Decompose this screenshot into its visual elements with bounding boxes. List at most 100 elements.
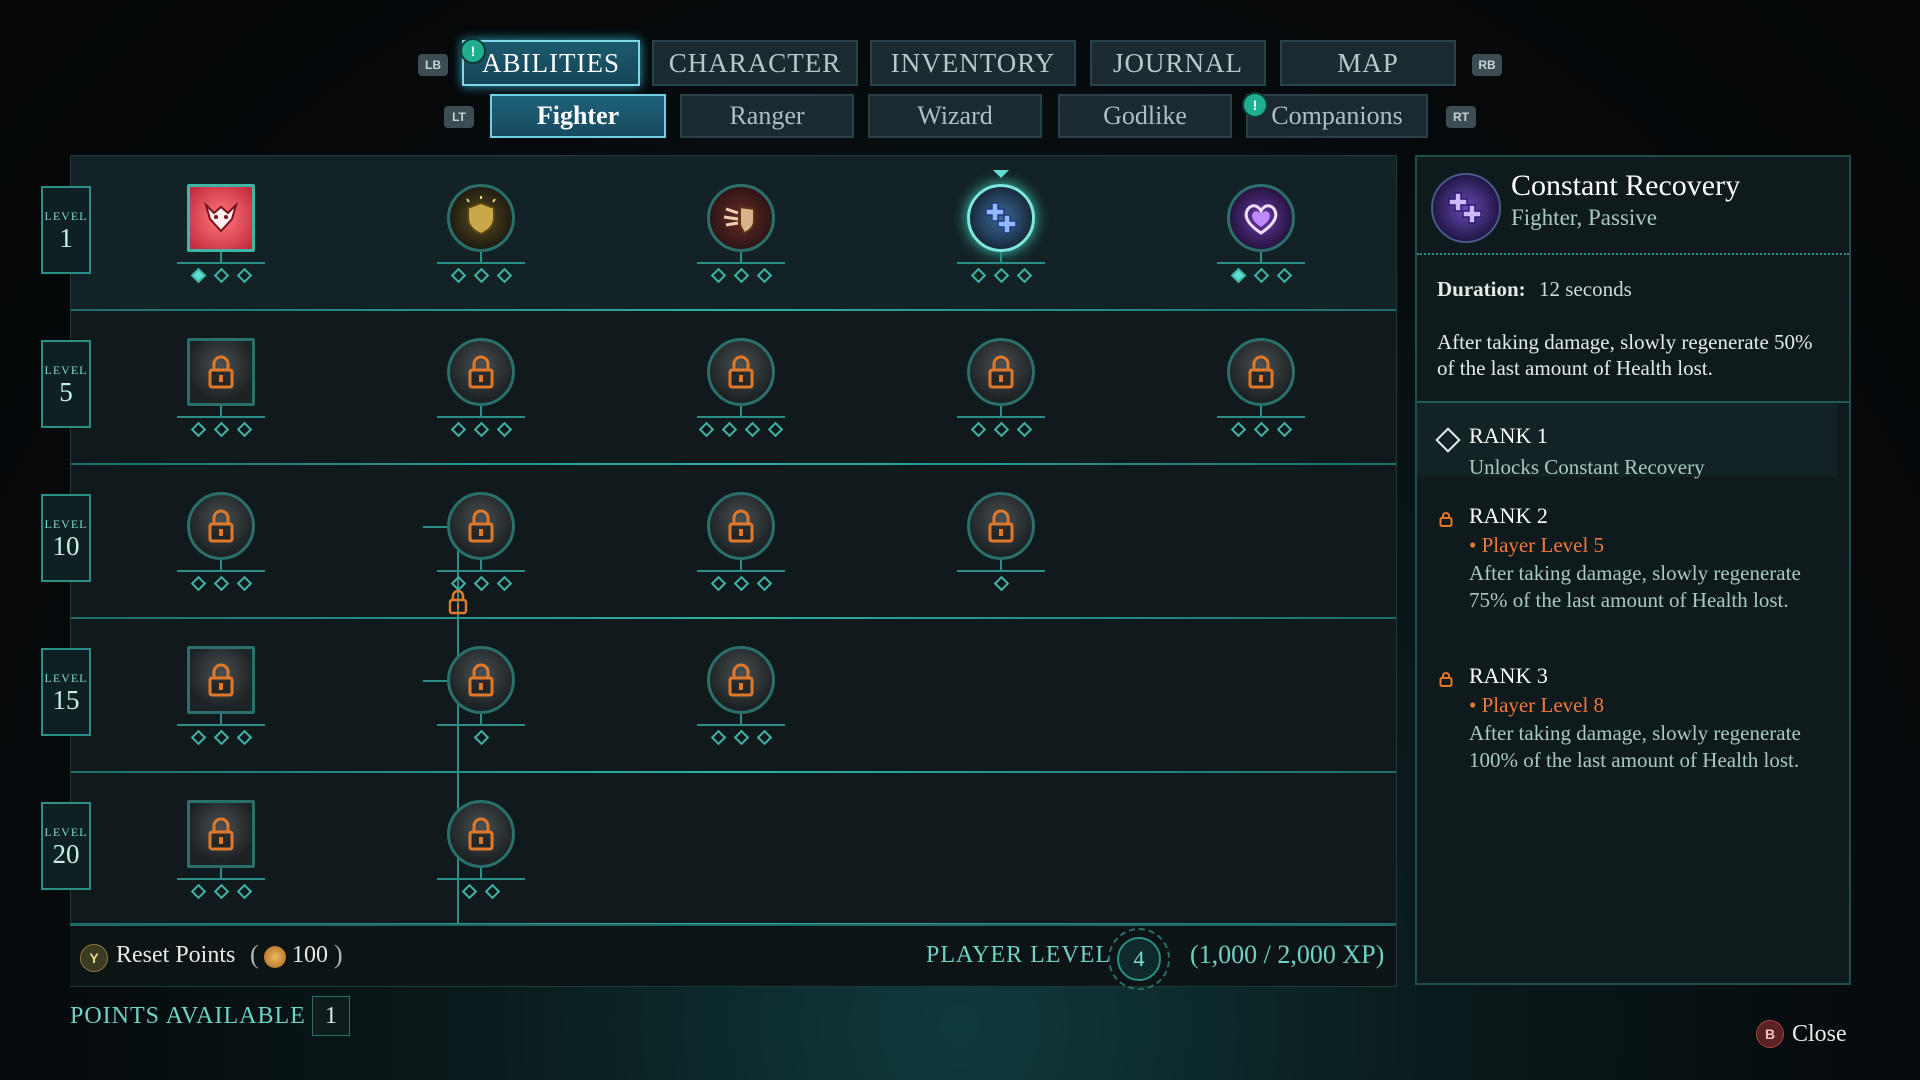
rank-diamond <box>756 729 772 746</box>
rank-3-title: RANK 3 <box>1469 663 1548 688</box>
level-tag-5: LEVEL 5 <box>41 340 95 432</box>
rank-diamond <box>733 575 749 592</box>
rank-diamond <box>190 421 206 438</box>
lock-icon <box>707 646 775 714</box>
row-divider <box>71 463 1396 465</box>
ability-node-locked[interactable] <box>437 490 525 600</box>
ability-node[interactable] <box>177 182 265 292</box>
ability-node-locked[interactable] <box>177 490 265 600</box>
lb-button[interactable]: LB <box>418 54 448 76</box>
tab-inventory[interactable]: INVENTORY <box>870 40 1076 86</box>
subtab-fighter[interactable]: Fighter <box>490 94 666 138</box>
tab-map[interactable]: MAP <box>1280 40 1456 86</box>
rank-diamond <box>236 883 252 900</box>
player-level-value: 4 <box>1117 937 1161 981</box>
rank-diamond <box>473 575 489 592</box>
ability-node-locked[interactable] <box>437 798 525 908</box>
detail-description: After taking damage, slowly regenerate 5… <box>1437 330 1813 380</box>
lock-icon <box>707 338 775 406</box>
xp-progress-text: (1,000 / 2,000 XP) <box>1190 940 1385 969</box>
rank-diamond <box>1253 421 1269 438</box>
bull-rage-icon <box>187 184 255 252</box>
rank-1-title: RANK 1 <box>1469 423 1548 448</box>
rank-diamond <box>1276 421 1292 438</box>
rank-diamond <box>450 575 466 592</box>
rank-diamond <box>496 575 512 592</box>
rank-diamond <box>698 421 715 438</box>
points-available-value: 1 <box>312 996 350 1036</box>
ability-node-locked[interactable] <box>437 644 525 754</box>
ability-node-locked[interactable] <box>957 490 1045 600</box>
ability-node[interactable] <box>437 182 525 292</box>
ability-node[interactable] <box>697 182 785 292</box>
rank-2-requirement: • Player Level 5 <box>1469 533 1605 557</box>
reset-points-label[interactable]: Reset Points <box>116 942 235 969</box>
rank-3-text: After taking damage, slowly regenerate 1… <box>1469 721 1801 772</box>
rank-diamond <box>213 575 229 592</box>
rank-diamond <box>496 421 512 438</box>
tab-abilities[interactable]: ABILITIES <box>462 40 640 86</box>
rank-diamond <box>236 729 252 746</box>
y-button-icon[interactable]: Y <box>80 944 108 972</box>
lt-button[interactable]: LT <box>444 106 474 128</box>
rank-diamond <box>473 729 489 746</box>
player-level-label: PLAYER LEVEL <box>926 942 1112 968</box>
ability-node-locked[interactable] <box>697 336 785 446</box>
rt-button[interactable]: RT <box>1446 106 1476 128</box>
duration-value: 12 seconds <box>1539 277 1632 301</box>
level-tag-15: LEVEL 15 <box>41 648 95 740</box>
lock-icon <box>707 492 775 560</box>
rank-diamond <box>721 421 738 438</box>
level-tag-1: LEVEL 1 <box>41 186 95 278</box>
rank-3-lock-icon <box>1439 671 1453 687</box>
rb-button[interactable]: RB <box>1472 54 1502 76</box>
rank-3-requirement: • Player Level 8 <box>1469 693 1605 717</box>
level-tag-20: LEVEL 20 <box>41 802 95 894</box>
ability-node-locked[interactable] <box>437 336 525 446</box>
b-button-icon: B <box>1756 1020 1784 1048</box>
rank-diamond <box>450 421 466 438</box>
lock-icon <box>967 338 1035 406</box>
ability-node-locked[interactable] <box>957 336 1045 446</box>
ability-node-selected[interactable] <box>957 170 1045 292</box>
rank-diamond <box>756 575 772 592</box>
ability-node-locked[interactable] <box>177 644 265 754</box>
ability-node-locked[interactable] <box>177 336 265 446</box>
close-label: Close <box>1792 1020 1847 1047</box>
rank-diamond <box>236 421 252 438</box>
row-divider <box>71 771 1396 773</box>
abilities-alert-icon: ! <box>460 38 486 64</box>
lock-icon <box>187 646 255 714</box>
reset-cost-paren: ) <box>334 940 343 969</box>
tree-footer: Y Reset Points ( 100 ) PLAYER LEVEL 4 (1… <box>70 924 1395 990</box>
rank-2-title: RANK 2 <box>1469 503 1548 528</box>
rank-diamond <box>970 421 986 438</box>
rank-diamond <box>1016 421 1032 438</box>
constant-recovery-icon <box>967 184 1035 252</box>
tab-character[interactable]: CHARACTER <box>652 40 858 86</box>
ability-node-locked[interactable] <box>697 644 785 754</box>
ability-detail-panel: Constant Recovery Fighter, Passive Durat… <box>1415 155 1851 985</box>
tab-journal[interactable]: JOURNAL <box>1090 40 1266 86</box>
subtab-companions[interactable]: Companions <box>1246 94 1428 138</box>
detail-divider <box>1417 253 1849 255</box>
row-divider <box>71 617 1396 619</box>
subtab-wizard[interactable]: Wizard <box>868 94 1042 138</box>
detail-ability-subtitle: Fighter, Passive <box>1511 205 1658 230</box>
ability-node-locked[interactable] <box>697 490 785 600</box>
lock-icon <box>447 492 515 560</box>
rank-diamond <box>190 575 206 592</box>
ability-node[interactable] <box>1217 182 1305 292</box>
rank-diamond <box>484 883 501 900</box>
subtab-ranger[interactable]: Ranger <box>680 94 854 138</box>
coin-icon <box>264 946 286 968</box>
row-divider <box>71 309 1396 311</box>
lock-icon <box>447 800 515 868</box>
rank-diamond <box>733 729 749 746</box>
subtab-godlike[interactable]: Godlike <box>1058 94 1232 138</box>
close-button[interactable]: B Close <box>1756 1020 1847 1048</box>
shield-bash-icon <box>707 184 775 252</box>
ability-node-locked[interactable] <box>1217 336 1305 446</box>
ability-node-locked[interactable] <box>177 798 265 908</box>
rank-diamond <box>710 729 726 746</box>
